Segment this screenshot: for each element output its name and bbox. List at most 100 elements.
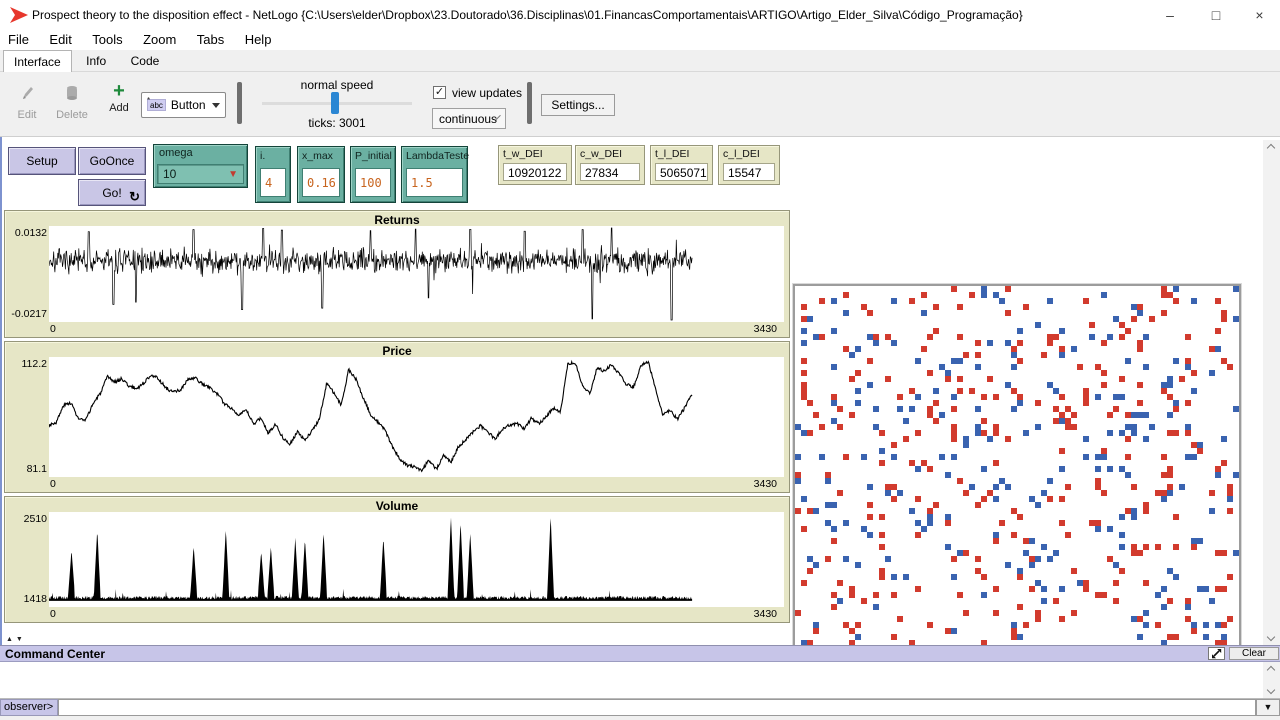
x-axis-min-label: 0 [50,323,56,335]
menu-zoom[interactable]: Zoom [135,30,184,50]
plot-canvas [49,357,784,477]
input-x-max: x_max [297,146,345,203]
menu-help[interactable]: Help [237,30,280,50]
edit-widget-button[interactable]: Edit [10,84,44,121]
update-mode-value: continuous [439,112,497,126]
x-axis-min-label: 0 [50,608,56,620]
interface-canvas: Setup GoOnce Go! ↻ omega 10 ▼ i. x_max P… [0,137,1280,645]
monitor-c-w-dei: c_w_DEI 27834 [575,145,645,185]
observer-prompt: observer> [0,699,58,716]
omega-chooser[interactable]: omega 10 ▼ [153,144,248,188]
chevron-down-icon [212,103,220,108]
speed-slider-handle[interactable] [331,92,339,114]
command-center-output[interactable] [0,662,1280,699]
y-axis-min-label: 1418 [7,593,47,605]
x-axis-max-label: 3430 [754,323,777,335]
menu-bar: File Edit Tools Zoom Tabs Help [0,30,1280,50]
y-axis-max-label: 2510 [7,513,47,525]
monitor-value: 10920122 [503,163,567,181]
clear-button[interactable]: Clear [1229,647,1279,660]
go-once-button[interactable]: GoOnce [78,147,146,175]
command-center-title: Command Center [5,647,105,661]
view-updates-checkbox[interactable]: ✓ [433,86,446,99]
title-bar: Prospect theory to the disposition effec… [0,0,1280,30]
add-widget-button[interactable]: + Add [102,82,136,114]
chooser-label: omega [159,147,193,159]
scroll-down-icon[interactable] [1267,686,1275,694]
chooser-dropdown-icon: ▼ [228,169,238,180]
diagonal-arrows-icon [1211,648,1222,659]
toolbar-separator [237,82,242,124]
expand-command-center-button[interactable] [1208,647,1225,660]
delete-label: Delete [52,109,92,121]
monitor-value: 5065071 [655,163,708,181]
monitor-c-l-dei: c_l_DEI 15547 [718,145,780,185]
tab-code[interactable]: Code [121,50,170,71]
close-button[interactable]: × [1239,0,1280,30]
menu-tools[interactable]: Tools [84,30,130,50]
widget-type-select[interactable]: *abc Button [141,92,226,118]
toolbar: Edit Delete + Add *abc Button normal spe… [0,72,1280,137]
settings-button[interactable]: Settings... [541,94,615,116]
plus-icon: + [102,82,136,100]
plot-price: Price 112.2 81.1 0 3430 [4,341,790,493]
plot-title: Price [5,344,789,358]
delete-widget-button[interactable]: Delete [52,84,92,121]
plot-title: Returns [5,213,789,227]
chooser-value[interactable]: 10 ▼ [157,164,244,184]
y-axis-min-label: -0.0217 [7,308,47,320]
x-axis-max-label: 3430 [754,478,777,490]
widget-type-value: Button [171,98,206,112]
interface-scrollbar[interactable] [1263,140,1280,645]
bottom-strip [0,716,1280,720]
history-dropdown-button[interactable]: ▼ [1256,699,1280,716]
observer-input[interactable] [58,699,1256,716]
window-title: Prospect theory to the disposition effec… [32,8,1023,22]
speed-slider-label: normal speed [262,78,412,92]
menu-file[interactable]: File [0,30,37,50]
observer-row: observer> ▼ [0,699,1280,716]
scroll-up-icon[interactable] [1267,666,1275,674]
tab-info[interactable]: Info [76,50,116,71]
x-axis-max-label: 3430 [754,608,777,620]
edit-label: Edit [10,109,44,121]
tab-bar: Interface Info Code [0,50,1280,72]
plot-returns: Returns 0.0132 -0.0217 0 3430 [4,210,790,338]
scroll-up-icon[interactable] [1267,144,1275,152]
update-mode-select[interactable]: continuous [432,108,506,129]
y-axis-min-label: 81.1 [7,463,47,475]
minimize-button[interactable]: – [1147,0,1193,30]
ticks-counter: ticks: 3001 [262,116,412,130]
scroll-down-icon[interactable] [1267,633,1275,641]
input-p-initial-field[interactable] [355,168,391,197]
go-label: Go! [102,186,121,200]
trash-icon [65,84,79,102]
input-lambda-teste-field[interactable] [406,168,463,197]
button-widget-chip-icon: *abc [147,99,166,111]
y-axis-max-label: 0.0132 [7,227,47,239]
tab-interface[interactable]: Interface [3,50,72,73]
output-scrollbar[interactable] [1263,662,1280,698]
input-i: i. [255,146,291,203]
monitor-t-l-dei: t_l_DEI 5065071 [650,145,713,185]
go-forever-button[interactable]: Go! ↻ [78,179,146,206]
input-x-max-field[interactable] [302,168,340,197]
command-center-header: Command Center Clear [0,645,1280,662]
y-axis-max-label: 112.2 [7,358,47,370]
maximize-button[interactable]: □ [1193,0,1239,30]
monitor-value: 27834 [580,163,640,181]
pencil-icon [20,84,34,102]
setup-button[interactable]: Setup [8,147,76,175]
netlogo-window: Prospect theory to the disposition effec… [0,0,1280,720]
view-updates-label: view updates [452,86,522,100]
plot-canvas [49,512,784,607]
netlogo-logo-icon [9,6,29,24]
monitor-t-w-dei: t_w_DEI 10920122 [498,145,572,185]
menu-edit[interactable]: Edit [41,30,79,50]
input-lambda-teste: LambdaTeste [401,146,468,203]
command-center-splitter[interactable]: ▲▼ [6,636,26,643]
input-i-field[interactable] [260,168,286,197]
plot-title: Volume [5,499,789,513]
plot-canvas [49,226,784,322]
menu-tabs[interactable]: Tabs [189,30,232,50]
